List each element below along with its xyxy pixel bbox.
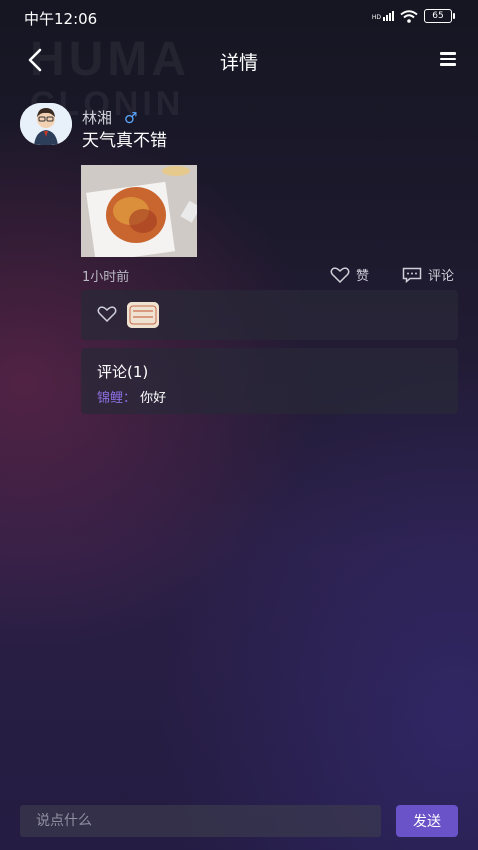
comment-input[interactable] <box>20 805 381 837</box>
status-bar: 中午12:06 HD 65 <box>0 0 478 34</box>
comment-author[interactable]: 锦鲤： <box>97 391 136 406</box>
post-username[interactable]: 林湘 <box>82 107 112 128</box>
comments-title: 评论(1) <box>97 363 149 381</box>
signal-icon: HD <box>372 11 394 21</box>
nav-bar: 详情 <box>0 40 478 80</box>
page-title: 详情 <box>219 52 258 74</box>
like-button[interactable]: 赞 <box>330 265 369 284</box>
comments-section: 评论(1) 锦鲤： 你好 <box>81 348 458 414</box>
like-label: 赞 <box>356 269 370 284</box>
post-text: 天气真不错 <box>82 131 167 151</box>
comment-item[interactable]: 锦鲤： 你好 <box>97 387 166 406</box>
status-icons: HD 65 <box>372 9 455 23</box>
wifi-icon <box>400 9 418 23</box>
post-time: 1小时前 <box>82 270 130 285</box>
send-button[interactable]: 发送 <box>396 805 458 837</box>
avatar[interactable] <box>20 103 72 145</box>
comment-button[interactable]: 评论 <box>402 265 454 284</box>
comment-icon <box>402 267 422 283</box>
comment-content: 你好 <box>140 391 167 406</box>
heart-icon <box>330 266 350 283</box>
heart-icon <box>97 306 117 322</box>
post-photo[interactable] <box>81 165 197 257</box>
menu-icon[interactable] <box>440 52 456 69</box>
likes-section <box>81 290 458 340</box>
battery-icon: 65 <box>424 9 455 23</box>
status-time: 中午12:06 <box>24 10 98 28</box>
liker-avatar[interactable] <box>127 302 159 328</box>
male-icon: ♂ <box>124 109 138 127</box>
comment-label: 评论 <box>428 269 455 284</box>
